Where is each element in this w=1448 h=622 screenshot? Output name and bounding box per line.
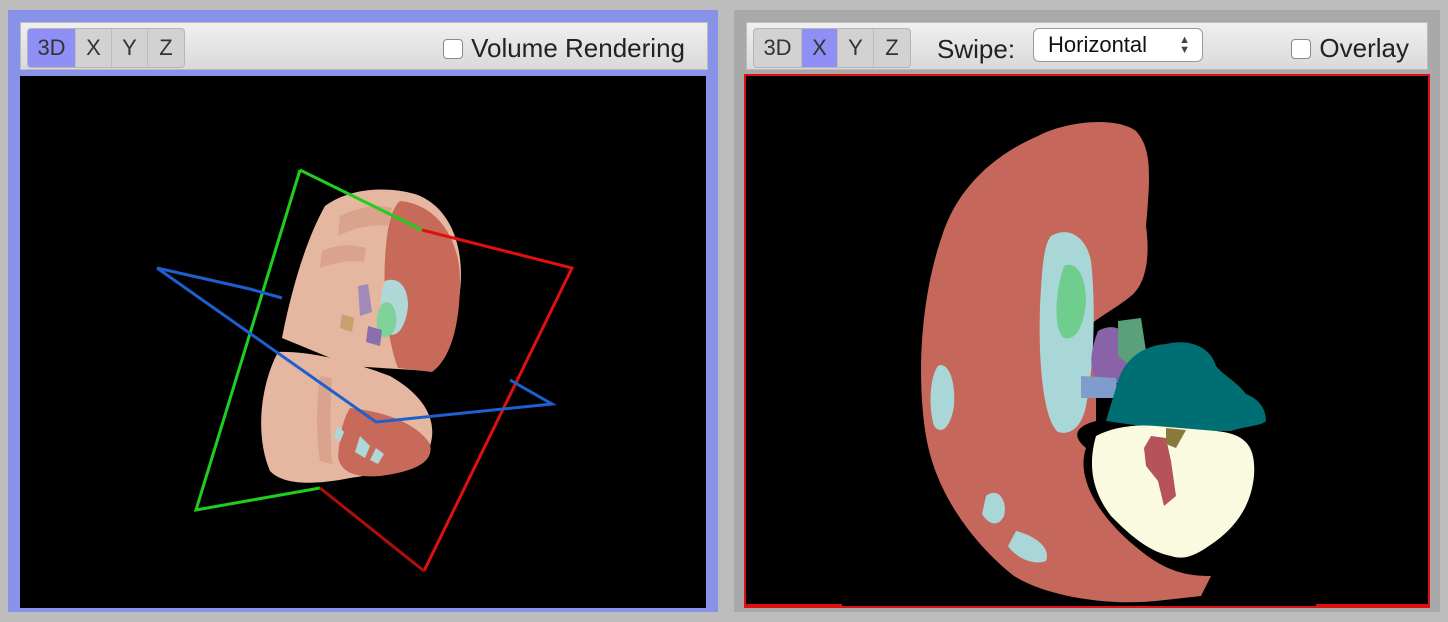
3d-scene [156, 168, 575, 573]
overlay-checkbox[interactable] [1291, 38, 1312, 59]
swipe-label: Swipe: [937, 34, 1016, 64]
z-plane-top-edge [249, 287, 283, 300]
brain-lower-half [261, 351, 433, 483]
view-button-group: 3D X Y Z [753, 28, 911, 68]
view-3d-button[interactable]: 3D [28, 29, 76, 67]
select-arrows-icon: ▲ ▼ [1179, 34, 1190, 56]
volume-rendering-checkbox[interactable] [443, 38, 464, 59]
brain-upper-half [282, 189, 461, 372]
x-slice-canvas[interactable] [744, 74, 1430, 608]
swipe-select-value: Horizontal [1048, 32, 1148, 57]
3d-view-toolbar: 3D X Y Z Volume Rendering [12, 14, 714, 74]
view-z-button[interactable]: Z [148, 29, 184, 67]
toolbar-bar: 3D X Y Z Swipe: Horizontal ▲ ▼ Overlay [746, 22, 1428, 70]
view-z-button[interactable]: Z [874, 29, 910, 67]
x-slice-panel: 3D X Y Z Swipe: Horizontal ▲ ▼ Overlay [734, 10, 1440, 612]
view-button-group: 3D X Y Z [27, 28, 185, 68]
3d-render-canvas[interactable] [20, 76, 706, 608]
view-y-button[interactable]: Y [112, 29, 148, 67]
volume-rendering-toggle[interactable]: Volume Rendering [443, 33, 685, 64]
view-x-button[interactable]: X [76, 29, 112, 67]
3d-view-panel: 3D X Y Z Volume Rendering [8, 10, 718, 612]
y-plane-lower-edge [319, 486, 425, 573]
swipe-select[interactable]: Horizontal ▲ ▼ [1033, 28, 1203, 62]
x-slice-toolbar: 3D X Y Z Swipe: Horizontal ▲ ▼ Overlay [738, 14, 1436, 74]
brainstem-blue-region [1081, 376, 1118, 398]
view-x-button[interactable]: X [802, 29, 838, 67]
segmentation-slice [746, 121, 1428, 606]
toolbar-bar: 3D X Y Z Volume Rendering [20, 22, 708, 70]
view-3d-button[interactable]: 3D [754, 29, 802, 67]
overlay-toggle[interactable]: Overlay [1291, 33, 1409, 64]
overlay-label: Overlay [1319, 33, 1409, 63]
view-y-button[interactable]: Y [838, 29, 874, 67]
volume-rendering-label: Volume Rendering [471, 33, 685, 63]
